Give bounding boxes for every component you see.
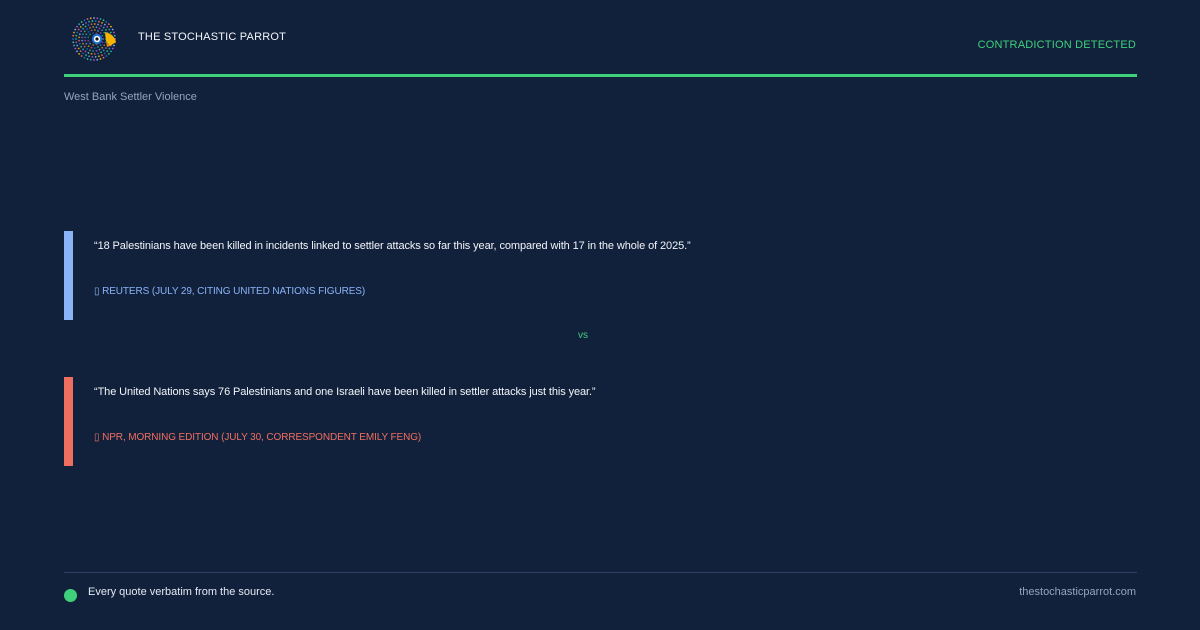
site-url: thestochasticparrot.com — [1019, 586, 1136, 598]
topic-title: West Bank Settler Violence — [64, 91, 197, 103]
versus-label: vs — [578, 330, 588, 341]
header-divider — [64, 74, 1137, 77]
claim-source: ▯ NPR, MORNING EDITION (JULY 30, CORRESP… — [94, 432, 422, 443]
claim-quote: “18 Palestinians have been killed in inc… — [94, 240, 691, 252]
contradiction-status: CONTRADICTION DETECTED — [977, 39, 1136, 51]
claim-quote: “The United Nations says 76 Palestinians… — [94, 386, 596, 398]
claim-accent-bar — [64, 231, 73, 320]
claim-accent-bar — [64, 377, 73, 466]
status-dot-icon — [64, 589, 77, 602]
claim-card-reuters: “18 Palestinians have been killed in inc… — [64, 231, 1137, 320]
parrot-logo-icon — [72, 17, 116, 61]
footer-divider — [64, 572, 1137, 573]
brand-name: THE STOCHASTIC PARROT — [138, 31, 287, 43]
claim-source: ▯ REUTERS (JULY 29, CITING UNITED NATION… — [94, 286, 366, 297]
claim-card-npr: “The United Nations says 76 Palestinians… — [64, 377, 1137, 466]
footer-note: Every quote verbatim from the source. — [88, 586, 275, 598]
